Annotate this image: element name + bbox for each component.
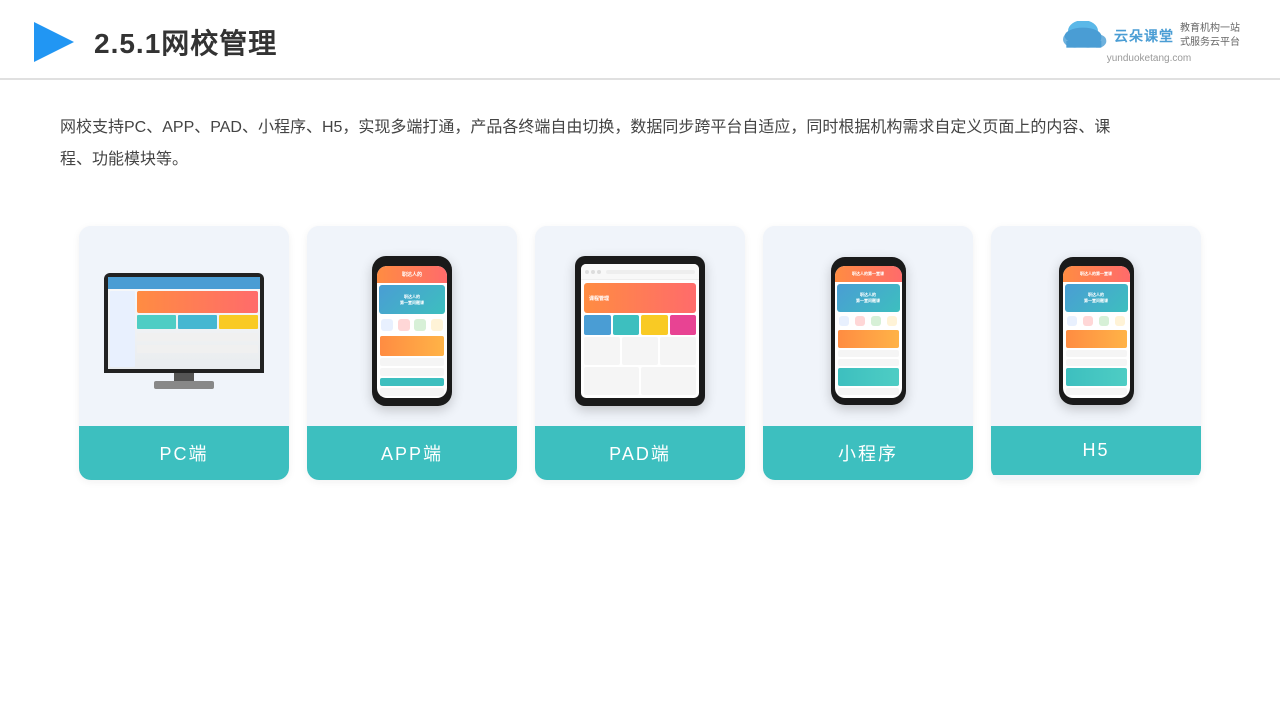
logo-area: 云朵课堂 教育机构一站 式服务云平台 yunduoketang.com — [1058, 21, 1240, 64]
logo-tagline: 教育机构一站 式服务云平台 — [1180, 22, 1240, 50]
logo-url: yunduoketang.com — [1107, 53, 1192, 64]
phone-mockup-h5: 职达人的第一堂课 职达人的第一堂问题课 — [1059, 257, 1134, 405]
cards-container: PC端 职达人的 职达人的第一堂问题课 — [0, 206, 1280, 510]
card-pad-label: PAD端 — [535, 426, 745, 480]
card-miniprogram: 职达人的第一堂课 职达人的第一堂问题课 — [763, 226, 973, 480]
card-app: 职达人的 职达人的第一堂问题课 — [307, 226, 517, 480]
card-h5-label: H5 — [991, 426, 1201, 475]
logo-text: 云朵课堂 — [1114, 26, 1174, 46]
card-pc-label: PC端 — [79, 426, 289, 480]
card-h5-image: 职达人的第一堂课 职达人的第一堂问题课 — [991, 226, 1201, 426]
header: 2.5.1网校管理 云朵课堂 教育机构一站 式服务云平台 yunduoketan… — [0, 0, 1280, 80]
card-miniprogram-image: 职达人的第一堂课 职达人的第一堂问题课 — [763, 226, 973, 426]
card-pc: PC端 — [79, 226, 289, 480]
header-left: 2.5.1网校管理 — [30, 18, 277, 66]
pc-screen-frame — [104, 273, 264, 373]
phone-mockup-app: 职达人的 职达人的第一堂问题课 — [372, 256, 452, 406]
tablet-mockup: 课程管理 — [575, 256, 705, 406]
small-phone-frame-h5: 职达人的第一堂课 职达人的第一堂问题课 — [1059, 257, 1134, 405]
small-phone-frame-mini: 职达人的第一堂课 职达人的第一堂问题课 — [831, 257, 906, 405]
page-title: 2.5.1网校管理 — [94, 22, 277, 62]
card-app-label: APP端 — [307, 426, 517, 480]
card-miniprogram-label: 小程序 — [763, 426, 973, 480]
card-pad: 课程管理 — [535, 226, 745, 480]
description-text: 网校支持PC、APP、PAD、小程序、H5，实现多端打通，产品各终端自由切换，数… — [0, 80, 1200, 196]
tablet-frame: 课程管理 — [575, 256, 705, 406]
card-app-image: 职达人的 职达人的第一堂问题课 — [307, 226, 517, 426]
card-pc-image — [79, 226, 289, 426]
phone-mockup-mini: 职达人的第一堂课 职达人的第一堂问题课 — [831, 257, 906, 405]
play-icon — [30, 18, 78, 66]
pc-mockup — [104, 273, 264, 389]
logo-cloud: 云朵课堂 教育机构一站 式服务云平台 — [1058, 21, 1240, 51]
card-h5: 职达人的第一堂课 职达人的第一堂问题课 — [991, 226, 1201, 480]
cloud-icon — [1058, 21, 1108, 51]
card-pad-image: 课程管理 — [535, 226, 745, 426]
phone-frame-app: 职达人的 职达人的第一堂问题课 — [372, 256, 452, 406]
